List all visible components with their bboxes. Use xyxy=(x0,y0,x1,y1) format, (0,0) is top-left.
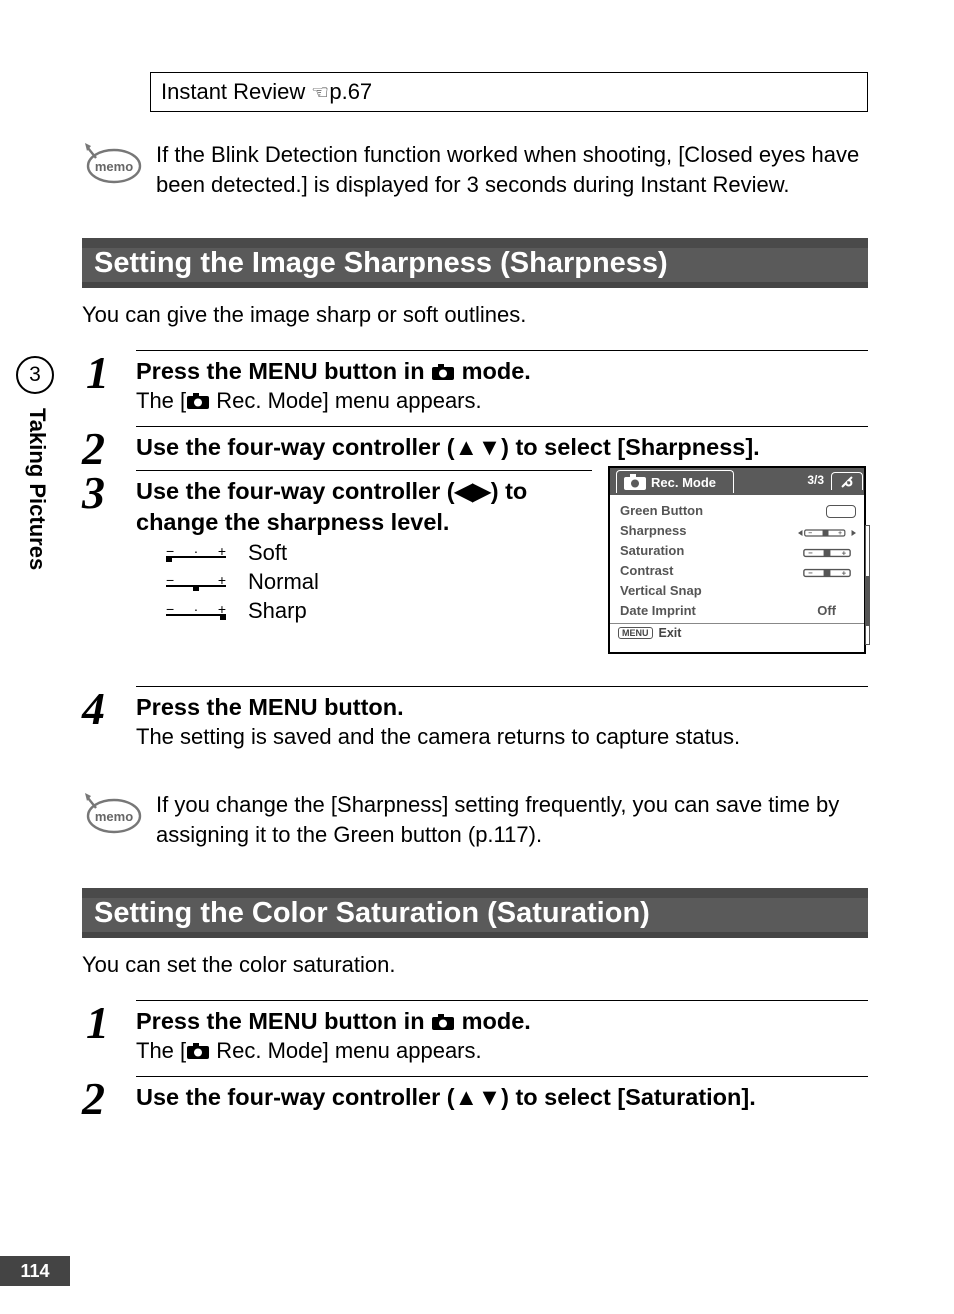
svg-text:+: + xyxy=(842,549,847,558)
reference-page: p.67 xyxy=(329,79,372,104)
step-number-a3: 3 xyxy=(82,470,105,516)
memo-text-1: If the Blink Detection function worked w… xyxy=(156,140,868,199)
lcd-title: Rec. Mode xyxy=(651,475,716,490)
lcd-row-sat: Saturation xyxy=(620,541,684,561)
side-tab: 3 Taking Pictures xyxy=(14,356,56,570)
memo-text-2: If you change the [Sharpness] setting fr… xyxy=(156,790,868,849)
step-body-b1: The [ Rec. Mode] menu appears. xyxy=(136,1038,482,1064)
svg-text:memo: memo xyxy=(95,159,133,174)
section-title-saturation: Setting the Color Saturation (Saturation… xyxy=(94,897,650,930)
camera-icon xyxy=(186,388,210,413)
lcd-slider-saturation: −+ xyxy=(798,545,856,557)
lcd-menu-button: MENU xyxy=(618,627,653,639)
lcd-exit-label: Exit xyxy=(659,626,682,640)
lcd-row-vsnap: Vertical Snap xyxy=(620,581,702,601)
slider-sharp-icon: −·+ xyxy=(166,603,226,619)
section-heading-saturation: Setting the Color Saturation (Saturation… xyxy=(82,888,868,938)
lcd-row-green: Green Button xyxy=(620,501,703,521)
slider-normal-icon: −+ xyxy=(166,574,226,590)
lcd-scrollbar xyxy=(865,525,870,645)
chapter-number: 3 xyxy=(16,356,54,394)
lcd-row-date-val: Off xyxy=(817,601,836,621)
step-title-a2: Use the four-way controller (▲▼) to sele… xyxy=(136,432,868,463)
lcd-row-date: Date Imprint xyxy=(620,601,696,621)
lcd-row-cont: Contrast xyxy=(620,561,673,581)
svg-text:−: − xyxy=(808,569,813,578)
pointer-icon: ☞ xyxy=(311,80,329,105)
camera-icon xyxy=(431,358,455,384)
level-soft: −·+ Soft xyxy=(166,540,287,566)
lcd-slider-sharpness: −+ xyxy=(798,525,856,537)
lcd-pill-icon xyxy=(826,505,856,518)
lcd-tab-rec: Rec. Mode xyxy=(616,470,734,493)
step-title-b1: Press the MENU button in mode. xyxy=(136,1006,531,1037)
camera-icon xyxy=(186,1038,210,1063)
section-heading-sharpness: Setting the Image Sharpness (Sharpness) xyxy=(82,238,868,288)
level-sharp-label: Sharp xyxy=(248,598,307,624)
svg-text:−: − xyxy=(808,549,813,558)
memo-icon: memo xyxy=(82,790,142,834)
step-number-a4: 4 xyxy=(82,686,105,732)
lcd-footer: MENU Exit xyxy=(610,623,864,642)
lcd-header: Rec. Mode 3/3 xyxy=(610,468,864,495)
svg-text:memo: memo xyxy=(95,809,133,824)
level-soft-label: Soft xyxy=(248,540,287,566)
reference-box: Instant Review ☞p.67 xyxy=(150,72,868,112)
step-number-b1: 1 xyxy=(86,1000,109,1046)
step-body-a1: The [ Rec. Mode] menu appears. xyxy=(136,388,482,414)
step-number-a2: 2 xyxy=(82,426,105,472)
step-title-a1: Press the MENU button in mode. xyxy=(136,356,531,387)
memo-icon: memo xyxy=(82,140,142,184)
svg-text:−: − xyxy=(808,530,812,537)
lcd-slider-contrast: −+ xyxy=(798,565,856,577)
level-sharp: −·+ Sharp xyxy=(166,598,307,624)
camera-icon xyxy=(623,473,647,492)
slider-soft-icon: −·+ xyxy=(166,545,226,561)
step-number-b2: 2 xyxy=(82,1076,105,1122)
chapter-label: Taking Pictures xyxy=(24,408,50,570)
section-intro-sharpness: You can give the image sharp or soft out… xyxy=(82,302,526,328)
step-title-b2: Use the four-way controller (▲▼) to sele… xyxy=(136,1082,868,1113)
step-number-a1: 1 xyxy=(86,350,109,396)
page-number: 114 xyxy=(0,1256,70,1286)
lcd-page: 3/3 xyxy=(807,473,824,487)
step-title-a4: Press the MENU button. xyxy=(136,692,404,723)
svg-text:+: + xyxy=(842,569,847,578)
reference-text: Instant Review xyxy=(161,79,311,104)
section-intro-saturation: You can set the color saturation. xyxy=(82,952,396,978)
lcd-tab-setup xyxy=(831,472,863,490)
step-title-a3: Use the four-way controller (◀▶) to chan… xyxy=(136,476,592,537)
svg-text:+: + xyxy=(838,530,842,537)
level-normal-label: Normal xyxy=(248,569,319,595)
section-title-sharpness: Setting the Image Sharpness (Sharpness) xyxy=(94,247,668,280)
camera-icon xyxy=(431,1008,455,1034)
level-normal: −+ Normal xyxy=(166,569,319,595)
step-body-a4: The setting is saved and the camera retu… xyxy=(136,724,740,750)
lcd-screen: Rec. Mode 3/3 Green Button Sharpness −+ … xyxy=(608,466,866,654)
lcd-row-sharp: Sharpness xyxy=(620,521,686,541)
